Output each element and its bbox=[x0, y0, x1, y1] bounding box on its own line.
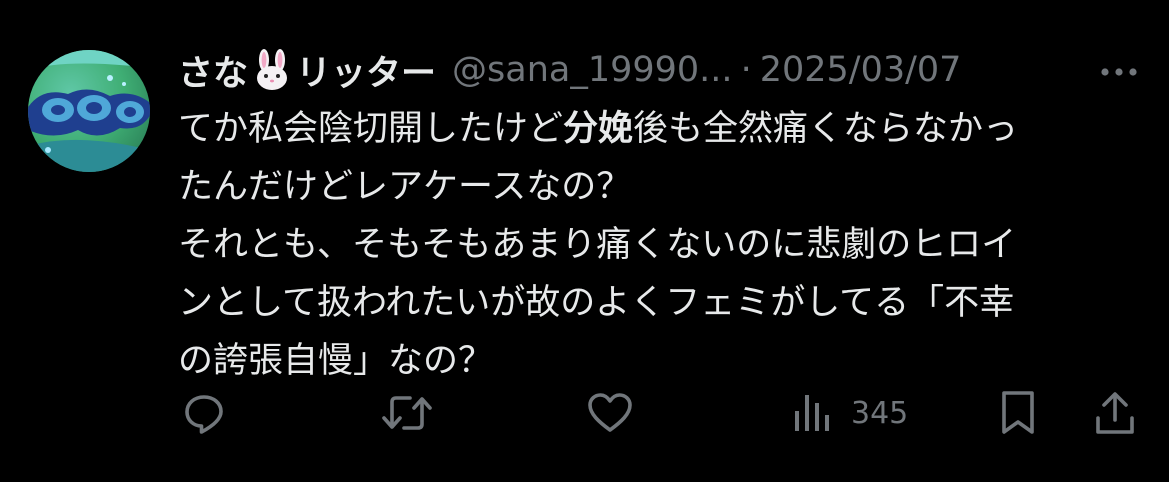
separator-dot: · bbox=[740, 50, 752, 90]
more-options-button[interactable] bbox=[1094, 54, 1144, 90]
retweet-arrows-icon bbox=[382, 396, 432, 430]
body-line-1-b: 後も全然痛くならなかっ bbox=[633, 109, 1019, 149]
like-button[interactable] bbox=[585, 388, 635, 438]
tweet-header: さな リッター @sana_19990... · 2025/03/07 bbox=[178, 44, 961, 96]
post-date[interactable]: 2025/03/07 bbox=[760, 50, 962, 90]
body-line-2: たんだけどレアケースなの？ bbox=[178, 167, 632, 207]
share-upload-icon bbox=[1096, 392, 1134, 434]
retweet-button[interactable] bbox=[380, 388, 434, 438]
heart-icon bbox=[588, 393, 632, 432]
bookmark-button[interactable] bbox=[996, 388, 1040, 438]
body-line-3: それとも、そもそもあまり痛くないのに悲劇のヒロイ bbox=[178, 225, 1017, 265]
body-line-1-a: てか私会陰切開したけど bbox=[178, 109, 564, 149]
display-name-text-1: さな bbox=[178, 53, 249, 94]
body-line-1-bold: 分娩 bbox=[563, 109, 634, 149]
reply-bubble-icon bbox=[185, 395, 223, 434]
body-line-5: の誇張自慢」なの？ bbox=[178, 341, 494, 381]
more-horizontal-icon bbox=[1101, 68, 1137, 76]
rabbit-face-icon bbox=[250, 48, 294, 92]
display-name[interactable]: さな リッター bbox=[178, 45, 436, 96]
view-count: 345 bbox=[851, 395, 909, 431]
tweet-body: てか私会陰切開したけど分娩後も全然痛くならなかっ たんだけどレアケースなの？ それと… bbox=[178, 100, 1138, 390]
bar-chart-icon bbox=[795, 395, 829, 431]
avatar[interactable] bbox=[28, 50, 150, 172]
body-line-1: てか私会陰切開したけど分娩後も全然痛くならなかっ bbox=[178, 100, 1138, 158]
views-button[interactable]: 345 bbox=[793, 388, 908, 438]
bookmark-icon bbox=[1002, 391, 1034, 434]
share-button[interactable] bbox=[1092, 388, 1138, 438]
display-name-text-2: リッター bbox=[296, 53, 437, 94]
reply-button[interactable] bbox=[180, 388, 228, 438]
body-line-4: ンとして扱われたいが故のよくフェミがしてる「不幸 bbox=[178, 283, 1015, 323]
user-handle[interactable]: @sana_19990... bbox=[452, 50, 733, 90]
tweet[interactable]: さな リッター @sana_19990... · 2025/03/07 てか私会… bbox=[0, 0, 1169, 482]
